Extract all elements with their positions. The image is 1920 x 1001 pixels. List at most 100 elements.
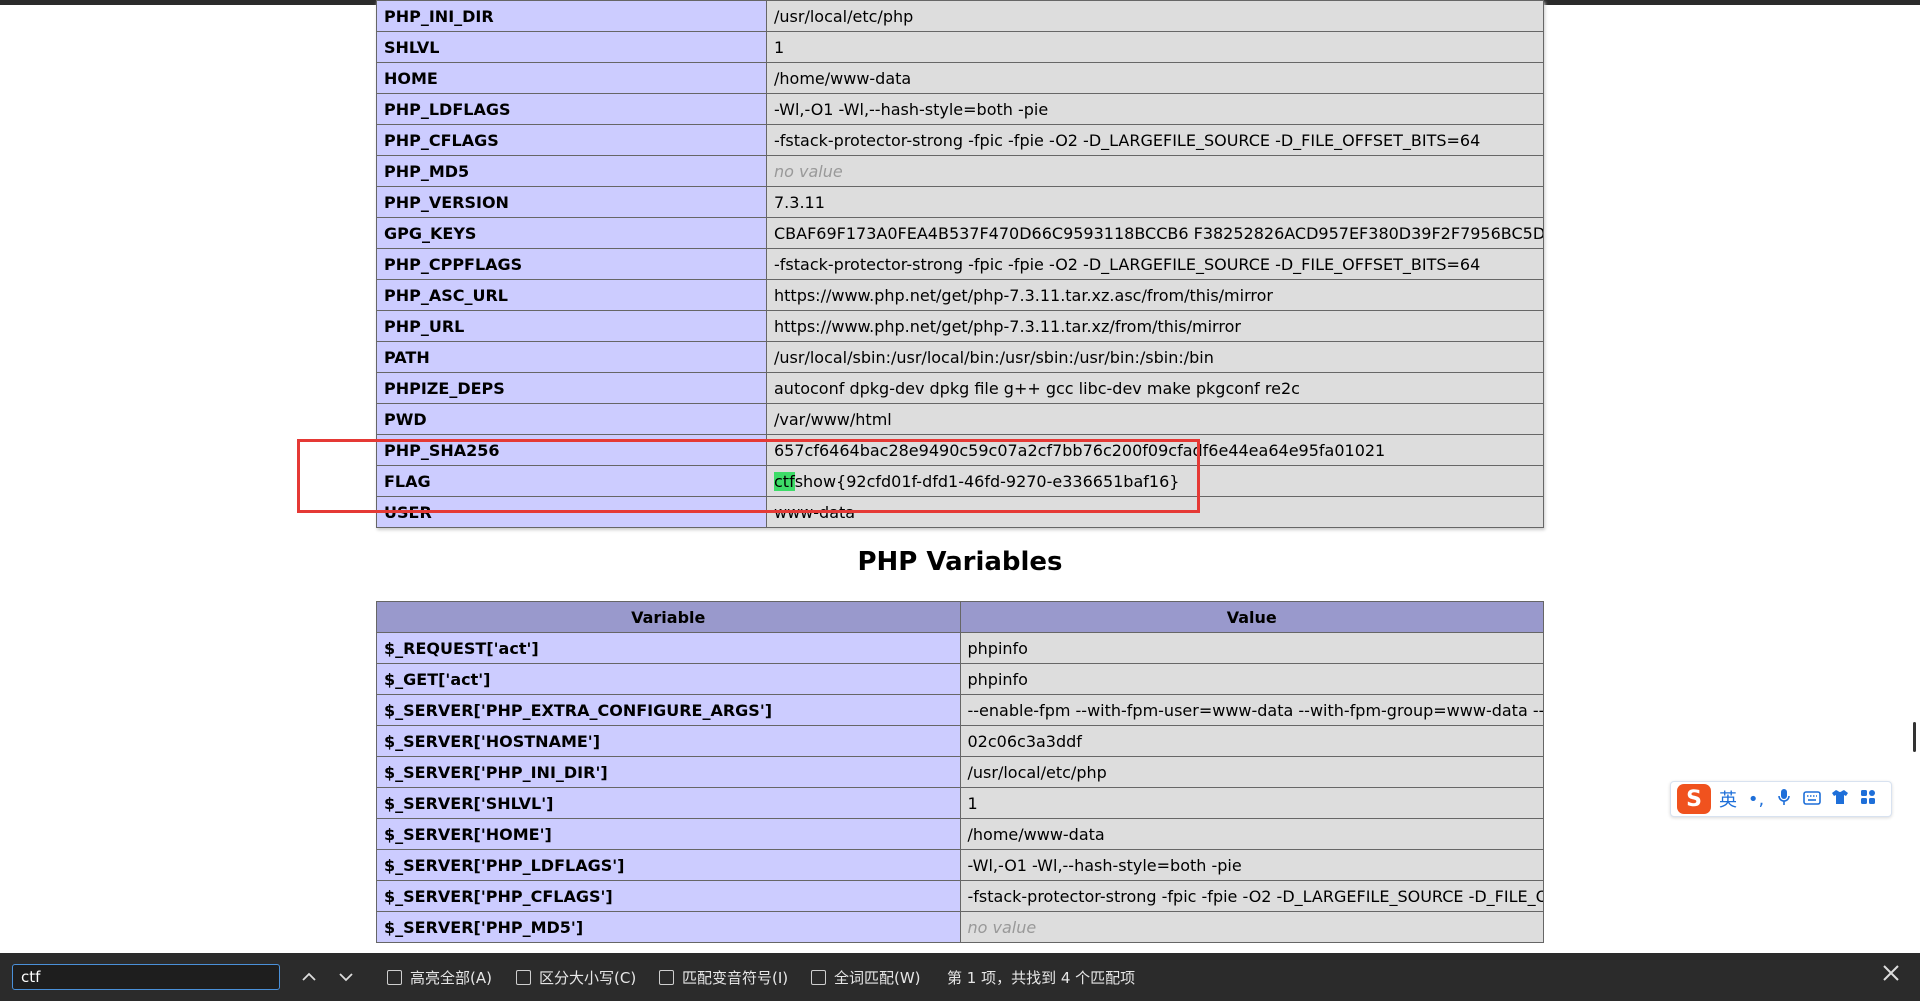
variable-value-cell: /home/www-data [959, 818, 1544, 850]
variable-name-cell: $_SERVER['PHP_EXTRA_CONFIGURE_ARGS'] [376, 694, 961, 726]
match-case-checkbox[interactable] [516, 970, 531, 985]
env-value-cell: 657cf6464bac28e9490c59c07a2cf7bb76c200f0… [766, 434, 1544, 466]
variable-name-cell: $_SERVER['HOME'] [376, 818, 961, 850]
table-row: $_SERVER['HOSTNAME'] 02c06c3a3ddf [376, 725, 1544, 757]
variable-value-text: --enable-fpm --with-fpm-user=www-data --… [967, 700, 1543, 720]
env-value-cell: https://www.php.net/get/php-7.3.11.tar.x… [766, 279, 1544, 311]
env-value-cell: /usr/local/etc/php [766, 0, 1544, 32]
env-key-cell: PWD [376, 403, 767, 435]
match-diacritics-option[interactable]: 匹配变音符号(I) [659, 967, 788, 988]
page-scrollbar[interactable] [1913, 722, 1916, 752]
env-key-cell: PHP_LDFLAGS [376, 93, 767, 125]
variable-value-cell: 02c06c3a3ddf [959, 725, 1544, 757]
variable-name-cell: $_SERVER['PHP_CFLAGS'] [376, 880, 961, 912]
variable-value-cell: 1 [959, 787, 1544, 819]
variable-value-text: phpinfo [967, 669, 1028, 689]
variable-value-cell: /usr/local/etc/php [959, 756, 1544, 788]
env-value-text: -Wl,-O1 -Wl,--hash-style=both -pie [774, 99, 1049, 119]
env-key-cell: GPG_KEYS [376, 217, 767, 249]
env-value-text: /home/www-data [774, 68, 912, 88]
find-bar: 高亮全部(A) 区分大小写(C) 匹配变音符号(I) 全词匹配(W) 第 1 项… [0, 953, 1920, 1001]
table-row: PHP_INI_DIR/usr/local/etc/php [376, 0, 1544, 32]
variable-value-text: no value [967, 917, 1037, 937]
whole-words-option[interactable]: 全词匹配(W) [811, 967, 921, 988]
env-value-text: -fstack-protector-strong -fpic -fpie -O2… [774, 254, 1481, 274]
ime-toolbar[interactable]: S 英 •, [1670, 781, 1892, 817]
close-icon[interactable] [1882, 963, 1900, 988]
table-row: PATH/usr/local/sbin:/usr/local/bin:/usr/… [376, 341, 1544, 373]
keyboard-icon[interactable] [1801, 789, 1823, 810]
env-value-text: -fstack-protector-strong -fpic -fpie -O2… [774, 130, 1481, 150]
env-key-cell: PHP_MD5 [376, 155, 767, 187]
table-row: FLAG ctfshow{92cfd01f-dfd1-46fd-9270-e336… [376, 465, 1544, 497]
env-key-cell: PHP_SHA256 [376, 434, 767, 466]
find-input[interactable] [12, 964, 280, 990]
variable-name-cell: $_SERVER['HOSTNAME'] [376, 725, 961, 757]
match-case-label: 区分大小写(C) [539, 969, 637, 987]
env-value-text: https://www.php.net/get/php-7.3.11.tar.x… [774, 285, 1273, 305]
variable-name-cell: $_GET['act'] [376, 663, 961, 695]
env-value-cell: -fstack-protector-strong -fpic -fpie -O2… [766, 248, 1544, 280]
variable-value-cell: phpinfo [959, 663, 1544, 695]
env-value-text: 657cf6464bac28e9490c59c07a2cf7bb76c200f0… [774, 440, 1386, 460]
variable-value-text: phpinfo [967, 638, 1028, 658]
table-row: PHP_ASC_URL https://www.php.net/get/php-7… [376, 279, 1544, 311]
env-value-text: CBAF69F173A0FEA4B537F470D66C9593118BCCB6… [774, 223, 1544, 243]
table-row: PHPIZE_DEPS autoconf dpkg-dev dpkg file g… [376, 372, 1544, 404]
variable-value-text: 1 [967, 793, 978, 813]
variable-value-text: /home/www-data [967, 824, 1105, 844]
grid-icon[interactable] [1857, 789, 1879, 810]
section-title-php-variables: PHP Variables [857, 547, 1063, 577]
table-row: PHP_LDFLAGS -Wl,-O1 -Wl,--hash-style=both… [376, 93, 1544, 125]
shirt-icon[interactable] [1829, 789, 1851, 810]
find-status: 第 1 项，共找到 4 个匹配项 [947, 969, 1136, 987]
php-variables-table: Variable Value $_REQUEST['act'] phpinfo $_… [376, 601, 1544, 943]
table-row: $_GET['act'] phpinfo [376, 663, 1544, 695]
column-header-variable: Variable [376, 601, 961, 633]
env-value-text: autoconf dpkg-dev dpkg file g++ gcc libc… [774, 378, 1300, 398]
table-row: $_SERVER['HOME'] /home/www-data [376, 818, 1544, 850]
chevron-up-icon[interactable] [296, 965, 322, 989]
whole-words-label: 全词匹配(W) [834, 969, 921, 987]
table-row: SHLVL 1 [376, 31, 1544, 63]
env-value-cell: no value [766, 155, 1544, 187]
match-diacritics-checkbox[interactable] [659, 970, 674, 985]
env-key-cell: PHP_URL [376, 310, 767, 342]
env-key-cell: PHP_ASC_URL [376, 279, 767, 311]
table-row: $_SERVER['SHLVL'] 1 [376, 787, 1544, 819]
table-row: PHP_URL https://www.php.net/get/php-7.3.1… [376, 310, 1544, 342]
variable-value-text: 02c06c3a3ddf [967, 731, 1082, 751]
variable-name-cell: $_SERVER['PHP_LDFLAGS'] [376, 849, 961, 881]
env-key-cell: PHPIZE_DEPS [376, 372, 767, 404]
env-value-text: www-data [774, 502, 856, 522]
ime-punctuation-toggle[interactable]: •, [1745, 789, 1767, 810]
ime-logo-icon[interactable]: S [1677, 784, 1711, 814]
env-value-text: /usr/local/sbin:/usr/local/bin:/usr/sbin… [774, 347, 1214, 367]
variable-name-cell: $_SERVER['PHP_MD5'] [376, 911, 961, 943]
search-match-highlight: ctf [774, 471, 795, 491]
highlight-all-checkbox[interactable] [387, 970, 402, 985]
match-case-option[interactable]: 区分大小写(C) [516, 967, 636, 988]
highlight-all-option[interactable]: 高亮全部(A) [387, 967, 492, 988]
variable-value-cell: phpinfo [959, 632, 1544, 664]
env-key-cell: USER [376, 496, 767, 528]
env-value-cell: 7.3.11 [766, 186, 1544, 218]
ime-language-toggle[interactable]: 英 [1717, 786, 1739, 812]
env-value-cell: autoconf dpkg-dev dpkg file g++ gcc libc… [766, 372, 1544, 404]
match-diacritics-label: 匹配变音符号(I) [682, 969, 789, 987]
env-key-cell: PHP_CFLAGS [376, 124, 767, 156]
env-value-cell: -fstack-protector-strong -fpic -fpie -O2… [766, 124, 1544, 156]
variable-name-cell: $_REQUEST['act'] [376, 632, 961, 664]
chevron-down-icon[interactable] [333, 965, 359, 989]
table-row: PHP_MD5 no value [376, 155, 1544, 187]
env-key-cell: SHLVL [376, 31, 767, 63]
whole-words-checkbox[interactable] [811, 970, 826, 985]
variable-value-cell: no value [959, 911, 1544, 943]
env-value-text: 7.3.11 [774, 192, 825, 212]
env-key-cell: FLAG [376, 465, 767, 497]
microphone-icon[interactable] [1773, 788, 1795, 811]
env-value-text: https://www.php.net/get/php-7.3.11.tar.x… [774, 316, 1241, 336]
env-value-cell: /usr/local/sbin:/usr/local/bin:/usr/sbin… [766, 341, 1544, 373]
column-header-value: Value [959, 601, 1544, 633]
env-value-cell: https://www.php.net/get/php-7.3.11.tar.x… [766, 310, 1544, 342]
